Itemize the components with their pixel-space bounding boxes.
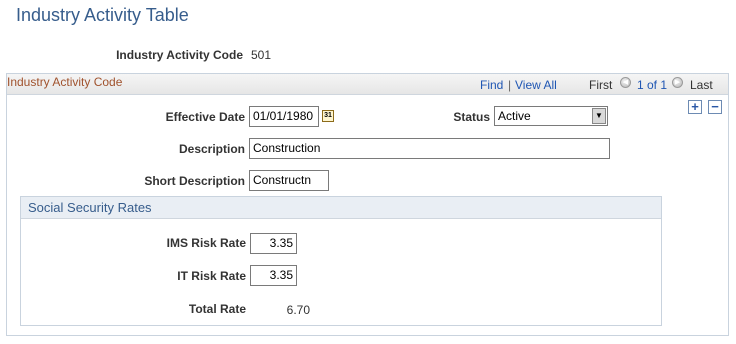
- short-description-label: Short Description: [144, 174, 245, 188]
- row-range: 1 of 1: [637, 78, 668, 92]
- status-label: Status: [453, 110, 490, 124]
- total-rate-value: 6.70: [286, 303, 310, 317]
- effective-date-label: Effective Date: [165, 110, 245, 124]
- last-label: Last: [690, 78, 713, 92]
- add-row-plus-icon[interactable]: +: [688, 100, 702, 114]
- next-row-icon[interactable]: ▶: [672, 77, 683, 88]
- status-select[interactable]: Active ▼: [494, 106, 608, 126]
- it-risk-rate-field[interactable]: 3.35: [250, 265, 297, 286]
- view-all-link[interactable]: View All: [515, 78, 557, 92]
- it-risk-rate-label: IT Risk Rate: [177, 269, 246, 283]
- previous-row-icon[interactable]: ◀: [620, 77, 631, 88]
- industry-activity-code-value: 501: [251, 48, 272, 62]
- chevron-down-icon[interactable]: ▼: [592, 108, 606, 124]
- effective-date-field[interactable]: 01/01/1980: [249, 106, 319, 127]
- status-selected-value: Active: [498, 109, 531, 123]
- nav-separator: |: [508, 78, 512, 92]
- ims-risk-rate-label: IMS Risk Rate: [166, 236, 246, 250]
- group-title: Industry Activity Code: [7, 75, 123, 89]
- description-field[interactable]: Construction: [249, 138, 610, 159]
- page-title: Industry Activity Table: [16, 5, 189, 25]
- find-link[interactable]: Find: [480, 78, 503, 92]
- calendar-icon[interactable]: 31: [322, 110, 334, 122]
- delete-row-minus-icon[interactable]: −: [708, 100, 722, 114]
- industry-activity-code-label: Industry Activity Code: [116, 48, 243, 62]
- ims-risk-rate-field[interactable]: 3.35: [250, 233, 297, 254]
- social-security-rates-title: Social Security Rates: [28, 200, 152, 215]
- first-label: First: [589, 78, 613, 92]
- short-description-field[interactable]: Constructn: [249, 170, 329, 191]
- description-label: Description: [178, 142, 245, 156]
- total-rate-label: Total Rate: [188, 302, 246, 316]
